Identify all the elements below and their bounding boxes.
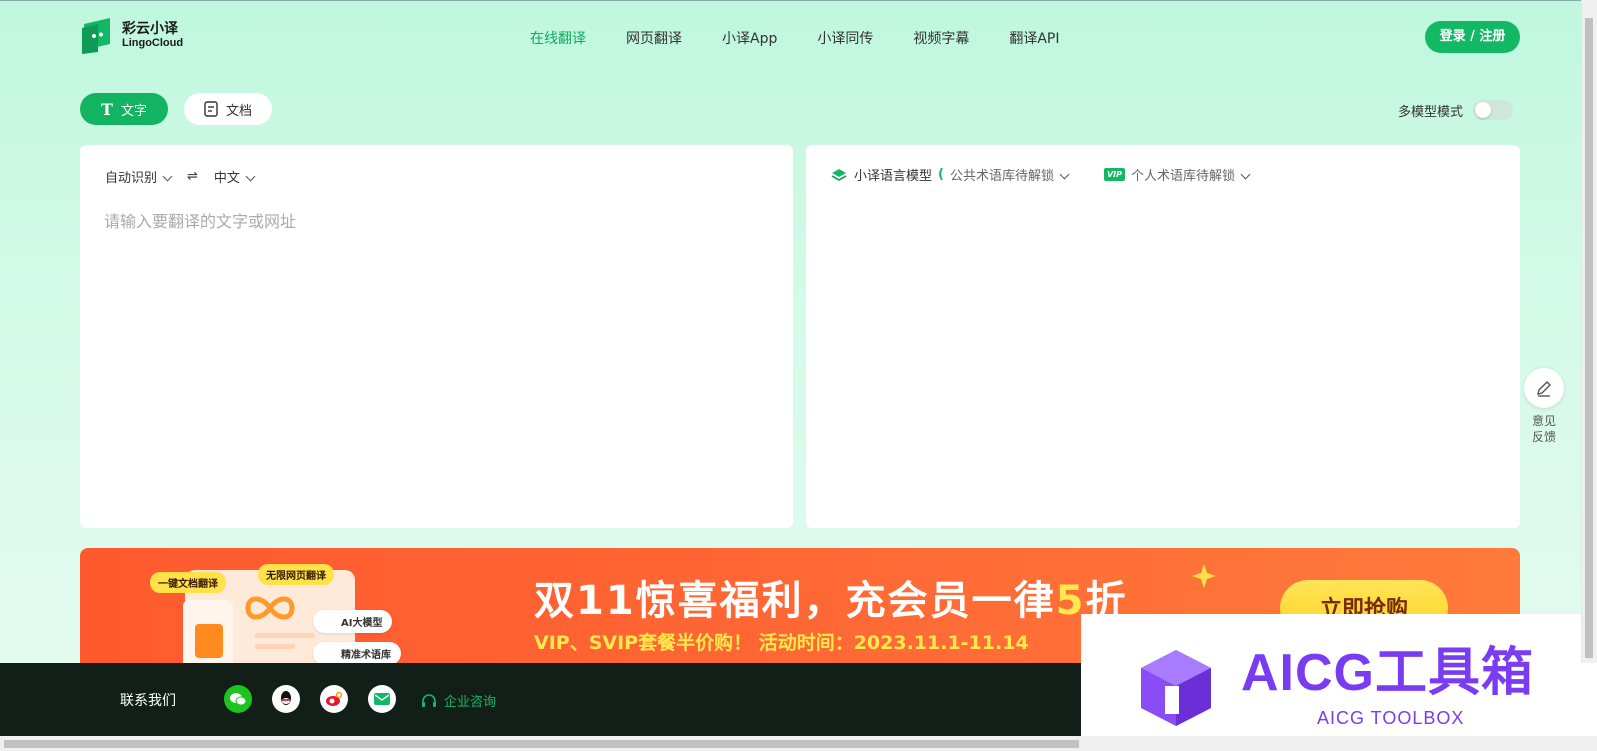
layers-model-icon: [831, 168, 847, 181]
banner-title: 双11惊喜福利，充会员一律5折: [534, 578, 1128, 624]
tab-text-label: 文字: [120, 103, 147, 119]
vertical-scrollbar-thumb[interactable]: [1585, 18, 1593, 658]
model-bar: 小译语言模型 ( 公共术语库待解锁 VIP 个人术语库待解锁: [831, 165, 1251, 184]
pill-web-translate: 无限网页翻译: [258, 564, 334, 585]
text-type-icon: T: [101, 99, 113, 119]
vip-badge: VIP: [1103, 168, 1126, 181]
chevron-down-icon: [245, 171, 256, 182]
login-register-button[interactable]: 登录 / 注册: [1425, 21, 1520, 53]
chip-ai-model: AI大模型: [313, 610, 393, 633]
nav-app[interactable]: 小译App: [722, 28, 777, 48]
headset-icon: [422, 693, 436, 707]
nav-api[interactable]: 翻译API: [1009, 28, 1059, 48]
personal-term-select[interactable]: 个人术语库待解锁: [1131, 165, 1251, 184]
tab-doc-label: 文档: [225, 103, 252, 119]
enterprise-consult-link[interactable]: 企业咨询: [420, 691, 496, 710]
chip-term-base: 精准术语库: [313, 642, 401, 665]
top-border: [0, 0, 1597, 1]
aicg-cube-logo-icon: [1141, 650, 1211, 726]
logo-cn-text: 彩云小译: [122, 20, 178, 37]
edit-pen-icon: [1537, 381, 1551, 397]
multi-model-toggle[interactable]: [1473, 100, 1514, 120]
source-language-bar: 自动识别 ⇌ 中文: [105, 167, 256, 186]
nav-video-subtitle[interactable]: 视频字幕: [913, 28, 969, 48]
nav-simultaneous[interactable]: 小译同传: [817, 28, 873, 48]
source-text-input[interactable]: 请输入要翻译的文字或网址: [104, 208, 296, 232]
chevron-down-icon: [1059, 169, 1070, 180]
target-panel: 小译语言模型 ( 公共术语库待解锁 VIP 个人术语库待解锁: [806, 145, 1520, 528]
email-icon[interactable]: [368, 685, 396, 713]
nav-online-translate[interactable]: 在线翻译: [530, 28, 586, 48]
contact-us-label: 联系我们: [120, 693, 176, 709]
tab-document[interactable]: 文档: [184, 93, 272, 125]
qq-icon[interactable]: [272, 685, 300, 713]
logo[interactable]: 彩云小译 LingoCloud: [80, 16, 183, 54]
lingocloud-logo-icon: [80, 16, 114, 54]
banner-illustration: 一键文档翻译 无限网页翻译 AI大模型 精准术语库: [150, 558, 450, 670]
tab-text[interactable]: T 文字: [80, 93, 168, 125]
pill-doc-translate: 一键文档翻译: [150, 572, 226, 593]
sparkle-icon: [1192, 564, 1216, 588]
chevron-down-icon: [162, 171, 173, 182]
model-select[interactable]: 小译语言模型: [854, 165, 932, 184]
nav-web-translate[interactable]: 网页翻译: [626, 28, 682, 48]
target-lang-select[interactable]: 中文: [214, 167, 256, 186]
chevron-down-icon: [1240, 169, 1251, 180]
watermark-subtitle: AICG TOOLBOX: [1317, 708, 1465, 728]
feedback-label: 意见反馈: [1531, 414, 1556, 444]
weibo-icon[interactable]: [320, 685, 348, 713]
document-icon: [204, 101, 218, 117]
multi-model-mode: 多模型模式: [1398, 100, 1514, 120]
banner-subtitle: VIP、SVIP套餐半价购！ 活动时间：2023.11.1-11.14: [534, 632, 1029, 654]
public-term-select[interactable]: 公共术语库待解锁: [950, 165, 1070, 184]
main-nav: 在线翻译 网页翻译 小译App 小译同传 视频字幕 翻译API: [530, 28, 1100, 48]
logo-en-text: LingoCloud: [122, 36, 184, 49]
multi-model-label: 多模型模式: [1398, 104, 1464, 120]
watermark-title: AICG工具箱: [1241, 644, 1535, 702]
source-panel: 自动识别 ⇌ 中文 请输入要翻译的文字或网址: [80, 145, 793, 528]
source-lang-select[interactable]: 自动识别: [105, 167, 173, 186]
swap-languages-icon[interactable]: ⇌: [187, 169, 198, 184]
aicg-watermark: AICG工具箱 AICG TOOLBOX: [1081, 614, 1597, 751]
wechat-icon[interactable]: [224, 685, 252, 713]
feedback-widget[interactable]: 意见反馈: [1524, 368, 1564, 445]
horizontal-scrollbar-thumb[interactable]: [4, 740, 1079, 748]
